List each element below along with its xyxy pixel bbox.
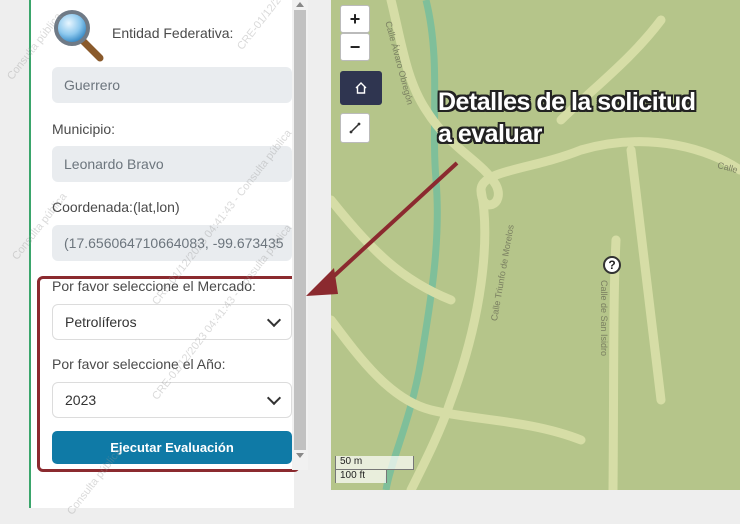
scroll-down-arrow-icon[interactable]: [296, 453, 304, 458]
location-marker[interactable]: ?: [603, 256, 621, 274]
entity-label: Entidad Federativa:: [112, 25, 234, 41]
annotation-title: Detalles de la solicitud a evaluar: [438, 86, 696, 150]
coordinate-label: Coordenada:(lat,lon): [52, 199, 180, 215]
map-view[interactable]: + − Calle Álvaro Obregón Calle Triunfo d…: [331, 0, 740, 490]
scale-imperial: 100 ft: [335, 469, 387, 483]
page: Entidad Federativa: Guerrero Municipio: …: [0, 0, 740, 524]
entity-field[interactable]: Guerrero: [52, 67, 292, 103]
map-roads: [331, 0, 740, 490]
coordinate-field[interactable]: (17.656064710664083, -99.673435: [52, 225, 292, 261]
ruler-icon: [348, 119, 362, 139]
municipality-label: Municipio:: [52, 121, 116, 137]
measure-button[interactable]: [340, 113, 370, 143]
street-label: Calle de San Isidro: [599, 280, 609, 357]
scrollbar-thumb[interactable]: [294, 10, 306, 450]
home-button[interactable]: [340, 71, 382, 105]
scroll-up-arrow-icon[interactable]: [296, 2, 304, 7]
question-icon: ?: [608, 258, 616, 272]
home-icon: [354, 79, 368, 99]
zoom-out-button[interactable]: −: [340, 33, 370, 61]
annotation-line: a evaluar: [438, 120, 542, 148]
annotation-line: Detalles de la solicitud: [438, 88, 696, 116]
zoom-in-button[interactable]: +: [340, 5, 370, 33]
scale-metric: 50 m: [335, 456, 414, 470]
